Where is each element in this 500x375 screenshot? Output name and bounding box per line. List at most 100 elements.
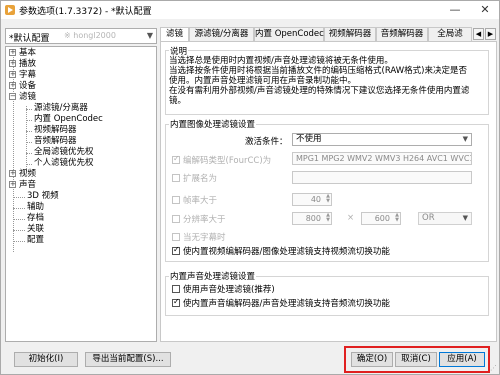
description-line: 当选择总是使用时内置视频/声音处理滤镜将被无条件使用。 xyxy=(169,56,393,66)
tree-guide-line xyxy=(13,241,25,242)
description-line: 使用。内置声音处理滤镜可用在声音录制功能中。 xyxy=(169,76,357,86)
chevron-down-icon: ▼ xyxy=(462,135,468,143)
framerate-spinner[interactable]: 40 ▲ ▼ xyxy=(292,193,332,206)
audio-stream-switch-checkbox[interactable] xyxy=(172,297,180,307)
preset-hint: ※ hongl2000 xyxy=(64,31,116,40)
tree-item-global-filter-priority[interactable]: 全局滤镜优先权 xyxy=(34,147,94,158)
use-audio-filter-label: 使用声音处理滤镜(推荐) xyxy=(183,285,275,295)
tree-item-video[interactable]: + 视频 xyxy=(9,169,36,180)
export-config-button[interactable]: 导出当前配置(S)... xyxy=(85,352,171,367)
codec-type-field[interactable]: MPG1 MPG2 WMV2 WMV3 H264 AVC1 WVC1 xyxy=(292,152,472,165)
tab-global-filter-priority[interactable]: 全局滤 xyxy=(428,27,472,41)
collapse-icon[interactable]: − xyxy=(9,93,16,100)
tree-item-label: 滤镜 xyxy=(19,92,37,102)
tab-audio-decoder[interactable]: 音频解码器 xyxy=(376,27,428,41)
tree-item-basic[interactable]: + 基本 xyxy=(9,48,36,59)
video-filter-group-title: 内置图像处理滤镜设置 xyxy=(169,118,257,130)
resolution-height-spinner[interactable]: 600 ▲ ▼ xyxy=(361,212,401,225)
chevron-down-icon: ▼ xyxy=(462,214,468,222)
filters-pane: 说明 当选择总是使用时内置视频/声音处理滤镜将被无条件使用。 当选择按条件使用时… xyxy=(160,41,497,342)
resize-grip-icon[interactable]: ⋰ xyxy=(490,364,497,372)
preferences-window: 参数选项(1.7.3372) - *默认配置 — ✕ *默认配置 ※ hongl… xyxy=(0,0,500,375)
tree-guide-line xyxy=(13,208,25,209)
tree-item-assist[interactable]: 辅助 xyxy=(27,202,44,213)
tree-item-archive[interactable]: 存档 xyxy=(27,213,44,224)
extension-label: 扩展名为 xyxy=(183,174,218,184)
tree-guide-line xyxy=(13,230,25,231)
tree-item-audio[interactable]: + 声音 xyxy=(9,180,36,191)
resolution-times-sign: × xyxy=(347,213,355,223)
description-line: 当选择按条件使用时将根据当前播放文件的编码压缩格式(RAW格式)来决定是否 xyxy=(169,66,467,76)
tree-item-label: 视频 xyxy=(19,169,37,179)
tab-video-decoder[interactable]: 视频解码器 xyxy=(324,27,376,41)
audio-filter-group xyxy=(165,276,489,316)
extension-checkbox[interactable] xyxy=(172,174,180,182)
tree-guide-line xyxy=(26,106,27,171)
tab-opencodec[interactable]: 内置 OpenCodec xyxy=(254,27,324,41)
video-stream-switch-label: 使内置视频编解码器/图像处理滤镜支持视频流切换功能 xyxy=(183,247,390,257)
resolution-width-value: 800 xyxy=(305,214,321,223)
framerate-checkbox[interactable] xyxy=(172,196,180,204)
tree-item-devices[interactable]: + 设备 xyxy=(9,81,36,92)
tree-item-label: 设备 xyxy=(19,81,37,91)
app-icon xyxy=(5,5,15,15)
tree-item-playback[interactable]: + 播放 xyxy=(9,59,36,70)
preset-value: *默认配置 xyxy=(9,34,50,44)
minimize-button[interactable]: — xyxy=(441,1,469,19)
use-audio-filter-checkbox[interactable] xyxy=(172,285,180,293)
tree-guide-line xyxy=(26,153,32,154)
preset-select[interactable]: *默认配置 ※ hongl2000 ▼ xyxy=(5,28,157,44)
spinner-arrows-icon[interactable]: ▲ ▼ xyxy=(326,194,330,204)
tree-item-source-filters[interactable]: 源滤镜/分离器 xyxy=(34,103,88,114)
extension-field[interactable] xyxy=(292,171,472,184)
description-line: 镜。 xyxy=(169,96,187,106)
tree-item-associations[interactable]: 关联 xyxy=(27,224,44,235)
tree-item-opencodec[interactable]: 内置 OpenCodec xyxy=(34,114,103,125)
resolution-checkbox[interactable] xyxy=(172,215,180,223)
expand-icon[interactable]: + xyxy=(9,49,16,56)
activate-condition-value: 不使用 xyxy=(296,134,322,144)
description-line: 在没有需利用外部视频/声音滤镜处理的特殊情况下建议您选择无条件使用内置滤 xyxy=(169,86,470,96)
tree-guide-line xyxy=(26,120,32,121)
tree-item-config[interactable]: 配置 xyxy=(27,235,44,246)
no-subtitle-checkbox[interactable] xyxy=(172,233,180,241)
video-stream-switch-checkbox[interactable] xyxy=(172,245,180,255)
tree-item-subtitles[interactable]: + 字幕 xyxy=(9,70,36,81)
title-bar: 参数选项(1.7.3372) - *默认配置 — ✕ xyxy=(1,1,499,19)
tree-item-filters[interactable]: − 滤镜 xyxy=(9,92,36,103)
resolution-width-spinner[interactable]: 800 ▲ ▼ xyxy=(292,212,332,225)
expand-icon[interactable]: + xyxy=(9,71,16,78)
tab-bar: 滤镜 源滤镜/分离器 内置 OpenCodec 视频解码器 音频解码器 全局滤 … xyxy=(160,27,497,42)
resolution-operator-value: OR xyxy=(422,213,435,223)
spinner-arrows-icon[interactable]: ▲ ▼ xyxy=(395,213,399,223)
tab-source-filters[interactable]: 源滤镜/分离器 xyxy=(189,27,254,41)
activate-condition-select[interactable]: 不使用 ▼ xyxy=(292,133,472,146)
tab-filters[interactable]: 滤镜 xyxy=(160,27,189,42)
initialize-button[interactable]: 初始化(I) xyxy=(14,352,78,367)
no-subtitle-label: 当无字幕时 xyxy=(183,233,226,243)
audio-stream-switch-label: 使内置声音编解码器/声音处理滤镜支持音频流切换功能 xyxy=(183,299,390,309)
close-button[interactable]: ✕ xyxy=(471,1,499,19)
tree-item-label: 基本 xyxy=(19,48,37,58)
spinner-arrows-icon[interactable]: ▲ ▼ xyxy=(326,213,330,223)
tree-item-video-decoder[interactable]: 视频解码器 xyxy=(34,125,77,136)
tree-item-personal-filter-priority[interactable]: 个人滤镜优先权 xyxy=(34,158,94,169)
settings-tree: + 基本 + 播放 + 字幕 + 设备 − 滤镜 源滤镜/分离器 内置 OpenCodec… xyxy=(5,46,157,342)
expand-icon[interactable]: + xyxy=(9,60,16,67)
tab-scroll-left-icon[interactable]: ◀ xyxy=(473,28,484,40)
resolution-operator-select[interactable]: OR ▼ xyxy=(418,212,472,225)
tree-item-3d-video[interactable]: 3D 视频 xyxy=(27,191,59,202)
tree-guide-line xyxy=(13,197,25,198)
resolution-label: 分辨率大于 xyxy=(183,215,226,225)
codec-type-label: 编解码类型(FourCC)为 xyxy=(183,156,272,166)
expand-icon[interactable]: + xyxy=(9,170,16,177)
tree-item-audio-decoder[interactable]: 音频解码器 xyxy=(34,136,77,147)
expand-icon[interactable]: + xyxy=(9,82,16,89)
framerate-value: 40 xyxy=(310,195,321,204)
tab-scroll-right-icon[interactable]: ▶ xyxy=(485,28,496,40)
codec-type-checkbox[interactable] xyxy=(172,154,180,164)
expand-icon[interactable]: + xyxy=(9,181,16,188)
highlight-annotation xyxy=(344,346,490,373)
tree-guide-line xyxy=(26,164,32,165)
tree-item-label: 播放 xyxy=(19,59,37,69)
